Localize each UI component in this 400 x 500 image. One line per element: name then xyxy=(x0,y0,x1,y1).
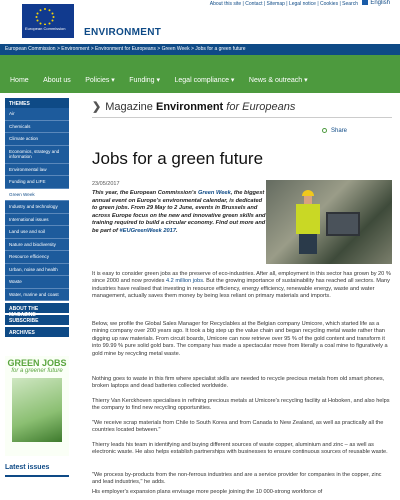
paragraph: "We receive scrap materials from Chile t… xyxy=(92,420,384,434)
paragraph: Below, we profile the Global Sales Manag… xyxy=(92,321,388,357)
intro-text: , the biggest annual event on Europe's e… xyxy=(92,190,266,234)
paragraph: It is easy to consider green jobs as the… xyxy=(92,271,392,301)
nav-item-policies[interactable]: Policies ▾ xyxy=(85,76,115,84)
sidebar-item-funding-life[interactable]: Funding and LIFE xyxy=(5,176,69,189)
sidebar-item-chemicals[interactable]: Chemicals xyxy=(5,120,69,133)
breadcrumb[interactable]: European Commission > Environment > Envi… xyxy=(0,44,400,55)
header: European Commission ENVIRONMENT About th… xyxy=(0,0,400,44)
article-title: Jobs for a green future xyxy=(92,149,264,168)
sidebar-item-water[interactable]: Water, marine and coast xyxy=(5,288,69,301)
promo-subtitle: for a greener future xyxy=(11,368,63,374)
article-date: 23/05/2017 xyxy=(92,181,120,187)
sidebar-item-green-week[interactable]: Green Week xyxy=(5,188,69,201)
paragraph: "We process by-products from the non-fer… xyxy=(92,472,382,486)
nav-item-about-us[interactable]: About us xyxy=(43,77,71,84)
share-button[interactable]: Share xyxy=(322,124,364,138)
nav-item-home[interactable]: Home xyxy=(10,77,29,84)
promo-title: GREEN JOBS xyxy=(7,358,67,368)
share-icon xyxy=(322,127,327,133)
magazine-suffix: for Europeans xyxy=(226,101,296,113)
paragraph: His employer's expansion plans envisage … xyxy=(92,489,323,495)
latest-issues-heading: Latest issues xyxy=(5,464,50,471)
nav-item-funding[interactable]: Funding ▾ xyxy=(129,76,160,84)
sidebar-item-climate-action[interactable]: Climate action xyxy=(5,133,69,146)
chevron-right-icon: ❯ xyxy=(92,101,102,113)
eu-stars-icon xyxy=(35,8,55,25)
magazine-header: ❯ Magazine Environment for Europeans xyxy=(92,100,295,113)
share-label: Share xyxy=(331,128,348,134)
intro-text: . xyxy=(176,227,178,234)
sidebar: THEMES Air Chemicals Climate action Econ… xyxy=(5,98,69,337)
sidebar-item-economics[interactable]: Economics, strategy and information xyxy=(5,145,69,164)
sidebar-heading: THEMES xyxy=(5,98,69,108)
flag-icon xyxy=(362,0,369,5)
sidebar-item-land-use[interactable]: Land use and soil xyxy=(5,226,69,239)
sidebar-item-waste[interactable]: Waste xyxy=(5,276,69,289)
language-selector[interactable]: English xyxy=(362,0,390,6)
sidebar-item-environmental-law[interactable]: Environmental law xyxy=(5,163,69,176)
paragraph: Nothing goes to waste in this firm where… xyxy=(92,376,385,390)
article-intro: This year, the European Commission's Gre… xyxy=(92,190,267,236)
sidebar-item-resource-efficiency[interactable]: Resource efficiency xyxy=(5,251,69,264)
jobs-stat-link[interactable]: 4.2 million jobs xyxy=(166,278,203,284)
worker-figure xyxy=(296,190,320,254)
nav-item-news-outreach[interactable]: News & outreach ▾ xyxy=(249,76,308,84)
intro-text: This year, the European Commission's xyxy=(92,190,198,196)
sidebar-item-air[interactable]: Air xyxy=(5,108,69,121)
sidebar-item-international[interactable]: International issues xyxy=(5,213,69,226)
sidebar-item-nature[interactable]: Nature and biodiversity xyxy=(5,238,69,251)
logo-text: European Commission xyxy=(25,26,66,31)
main-nav: Home About us Policies ▾ Funding ▾ Legal… xyxy=(0,55,400,93)
sidebar-archives[interactable]: ARCHIVES xyxy=(5,327,69,337)
paragraph: Thierry Van Kerckhoven specialises in re… xyxy=(92,398,390,412)
site-title[interactable]: ENVIRONMENT xyxy=(84,27,161,38)
sidebar-item-industry[interactable]: Industry and technology xyxy=(5,201,69,214)
magazine-prefix: Magazine xyxy=(105,101,153,113)
magazine-name: Environment xyxy=(155,101,224,113)
language-label: English xyxy=(370,0,390,7)
divider xyxy=(92,117,392,118)
article-photo xyxy=(266,180,392,264)
eu-logo[interactable]: European Commission xyxy=(22,4,74,38)
green-jobs-promo[interactable]: GREEN JOBS for a greener future xyxy=(5,356,69,456)
green-week-link[interactable]: Green Week xyxy=(198,190,231,196)
paragraph: Thierry leads his team in identifying an… xyxy=(92,442,388,456)
nav-item-legal-compliance[interactable]: Legal compliance ▾ xyxy=(175,76,235,84)
sidebar-about-magazine[interactable]: ABOUT THE MAGAZINE xyxy=(5,303,69,318)
top-links[interactable]: About this site | Contact | Sitemap | Le… xyxy=(210,1,358,7)
tablet-screen xyxy=(326,212,360,236)
eugreenweek-link[interactable]: #EUGreenWeek 2017 xyxy=(120,228,177,234)
promo-image xyxy=(12,378,62,442)
divider xyxy=(5,475,69,477)
sidebar-item-urban[interactable]: Urban, noise and health xyxy=(5,263,69,276)
